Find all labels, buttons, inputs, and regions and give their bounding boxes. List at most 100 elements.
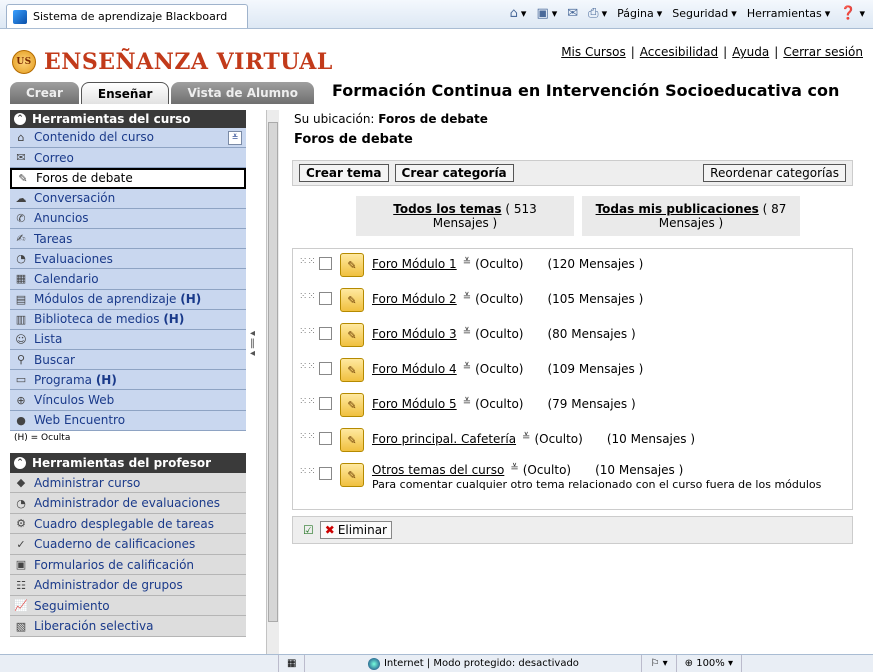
forum-icon: ✎ — [340, 323, 364, 347]
sidebar-item-lista[interactable]: ☺ Lista — [10, 329, 246, 351]
sidebar-item-evaluaciones[interactable]: ◔ Evaluaciones — [10, 249, 246, 270]
sidebar-item-biblioteca[interactable]: ▥ Biblioteca de medios (H) — [10, 309, 246, 330]
sidebar-item-contenido[interactable]: ⌂ Contenido del curso ≚ — [10, 128, 246, 149]
all-topics-link[interactable]: Todos los temas — [393, 202, 501, 216]
sidebar-item-calendario[interactable]: ▦ Calendario — [10, 269, 246, 290]
mail-button[interactable]: ✉ — [567, 6, 578, 21]
sidebar-item-cuadro-tareas[interactable]: ⚙ Cuadro desplegable de tareas — [10, 513, 246, 535]
university-seal-icon: US — [12, 50, 36, 74]
link-mis-cursos[interactable]: Mis Cursos — [561, 45, 626, 59]
tab-crear[interactable]: Crear — [10, 82, 79, 104]
sidebar-item-correo[interactable]: ✉ Correo — [10, 148, 246, 169]
my-posts-link[interactable]: Todas mis publicaciones — [596, 202, 759, 216]
media-icon: ▥ — [15, 312, 27, 326]
forum-link[interactable]: Foro Módulo 1 — [372, 257, 457, 271]
sidebar-item-admin-evaluaciones[interactable]: ◔ Administrador de evaluaciones — [10, 493, 246, 514]
sidebar-item-liberacion[interactable]: ▧ Liberación selectiva — [10, 616, 246, 637]
zoom-control[interactable]: ⊕ 100% ▾ — [677, 655, 742, 672]
tab-ensenar[interactable]: Enseñar — [80, 82, 170, 104]
sidebar-item-modulos[interactable]: ▤ Módulos de aprendizaje (H) — [10, 289, 246, 310]
forum-checkbox[interactable] — [319, 362, 332, 375]
sidebar-item-tareas[interactable]: ✍ Tareas — [10, 228, 246, 250]
forum-checkbox[interactable] — [319, 467, 332, 480]
protected-mode-icon[interactable]: ⚐ ▾ — [642, 655, 677, 672]
scrollbar-thumb[interactable] — [268, 122, 278, 622]
forum-link[interactable]: Foro Módulo 3 — [372, 327, 457, 341]
forum-checkbox[interactable] — [319, 292, 332, 305]
forum-link[interactable]: Foro Módulo 2 — [372, 292, 457, 306]
weblink-icon: ⊕ — [16, 393, 26, 407]
sidebar-item-administrar-curso[interactable]: ◆ Administrar curso — [10, 472, 246, 494]
forum-icon: ✎ — [340, 463, 364, 487]
collapse-icon: ⌃ — [14, 456, 26, 469]
menu-icon[interactable]: ≚ — [463, 327, 471, 338]
globe-icon — [367, 657, 380, 670]
link-accesibilidad[interactable]: Accesibilidad — [640, 45, 718, 59]
link-cerrar-sesion[interactable]: Cerrar sesión — [783, 45, 863, 59]
sidebar-item-programa[interactable]: ▭ Programa (H) — [10, 370, 246, 391]
forum-checkbox[interactable] — [319, 257, 332, 270]
drag-handle-icon[interactable]: ⁙⁙ — [299, 291, 316, 302]
assessment-manager-icon: ◔ — [16, 496, 26, 510]
sidebar-item-anuncios[interactable]: ✆ Anuncios — [10, 208, 246, 229]
create-topic-button[interactable]: Crear tema — [299, 164, 389, 182]
filter-my-posts: Todas mis publicaciones ( 87 Mensajes ) — [582, 196, 800, 236]
sidebar-item-seguimiento[interactable]: 📈 Seguimiento — [10, 595, 246, 617]
drag-handle-icon[interactable]: ⁙⁙ — [299, 431, 316, 442]
sidebar-item-conversacion[interactable]: ☁ Conversación — [10, 188, 246, 209]
drag-handle-icon[interactable]: ⁙⁙ — [299, 326, 316, 337]
drag-handle-icon[interactable]: ⁙⁙ — [299, 256, 316, 267]
sidebar-collapse-handle[interactable]: ◂ ‖ ◂ — [250, 329, 258, 369]
drag-handle-icon[interactable]: ⁙⁙ — [299, 361, 316, 372]
menu-icon[interactable]: ≚ — [510, 463, 518, 477]
select-all-icon[interactable]: ☑ — [303, 523, 314, 537]
forum-link[interactable]: Otros temas del curso — [372, 463, 504, 477]
page-menu[interactable]: Página ▾ — [617, 7, 662, 20]
tab-vista-alumno[interactable]: Vista de Alumno — [171, 82, 314, 104]
menu-icon[interactable]: ≚ — [522, 432, 530, 443]
sidebar-item-vinculos[interactable]: ⊕ Vínculos Web — [10, 390, 246, 411]
browser-tab[interactable]: Sistema de aprendizaje Blackboard — [6, 4, 248, 28]
logo[interactable]: US ENSEÑANZA VIRTUAL — [12, 49, 333, 75]
forum-checkbox[interactable] — [319, 432, 332, 445]
sidebar: ⌃ Herramientas del curso ⌂ Contenido del … — [10, 110, 246, 656]
print-button[interactable]: ⎙ ▾ — [588, 6, 607, 21]
browser-command-bar: ⌂ ▾ ▣ ▾ ✉ ⎙ ▾ Página ▾ Seguridad ▾ Herramient… — [510, 6, 865, 21]
sidebar-item-grupos[interactable]: ☷ Administrador de grupos — [10, 575, 246, 596]
expand-icon[interactable]: ≚ — [228, 130, 242, 145]
tools-menu[interactable]: Herramientas ▾ — [747, 7, 830, 20]
forum-list: ⁙⁙ ✎ Foro Módulo 1 ≚ (Oculto) (120 Mensajes … — [292, 248, 853, 510]
drag-handle-icon[interactable]: ⁙⁙ — [299, 396, 316, 407]
home-button[interactable]: ⌂ ▾ — [510, 6, 527, 21]
sidebar-scrollbar[interactable] — [266, 110, 279, 656]
sidebar-item-web-encuentro[interactable]: ● Web Encuentro — [10, 410, 246, 431]
forum-link[interactable]: Foro Módulo 5 — [372, 397, 457, 411]
create-category-button[interactable]: Crear categoría — [394, 164, 514, 182]
bottom-action-bar: ☑ ✖ Eliminar — [292, 516, 853, 544]
menu-icon[interactable]: ≚ — [463, 292, 471, 303]
mode-tabs: Crear Enseñar Vista de Alumno — [10, 82, 314, 104]
menu-icon[interactable]: ≚ — [463, 362, 471, 373]
forum-checkbox[interactable] — [319, 397, 332, 410]
feeds-button[interactable]: ▣ ▾ — [536, 6, 557, 21]
delete-button[interactable]: ✖ Eliminar — [319, 521, 392, 539]
reorder-categories-button[interactable]: Reordenar categorías — [703, 164, 846, 182]
sidebar-item-formularios[interactable]: ▣ Formularios de calificación — [10, 554, 246, 576]
forum-link[interactable]: Foro Módulo 4 — [372, 362, 457, 376]
rubric-icon: ▣ — [15, 558, 27, 572]
menu-icon[interactable]: ≚ — [463, 257, 471, 268]
drag-handle-icon[interactable]: ⁙⁙ — [299, 466, 316, 477]
instructor-tools-header[interactable]: ⌃ Herramientas del profesor — [10, 452, 246, 473]
sidebar-item-cuaderno[interactable]: ✓ Cuaderno de calificaciones — [10, 534, 246, 555]
forum-link[interactable]: Foro principal. Cafetería — [372, 432, 516, 446]
course-tools-header[interactable]: ⌃ Herramientas del curso — [10, 110, 246, 128]
sidebar-item-foros[interactable]: ✎ Foros de debate — [10, 168, 246, 189]
forum-icon: ✎ — [340, 288, 364, 312]
link-ayuda[interactable]: Ayuda — [732, 45, 769, 59]
help-button[interactable]: ❓ ▾ — [840, 6, 865, 21]
forum-checkbox[interactable] — [319, 327, 332, 340]
menu-icon[interactable]: ≚ — [463, 397, 471, 408]
course-title: Formación Continua en Intervención Socio… — [332, 81, 840, 100]
sidebar-item-buscar[interactable]: ⚲ Buscar — [10, 350, 246, 371]
security-menu[interactable]: Seguridad ▾ — [672, 7, 737, 20]
